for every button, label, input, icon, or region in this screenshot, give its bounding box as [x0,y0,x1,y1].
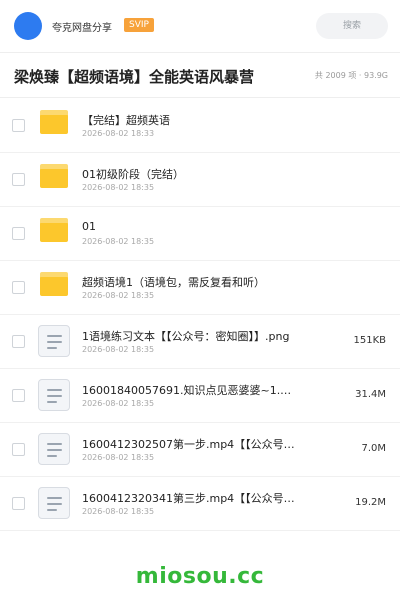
file-date: 2026-08-02 18:35 [82,399,155,408]
list-item-folder[interactable]: 01初级阶段（完结） 2026-08-02 18:35 [0,153,400,207]
folder-icon [40,164,68,188]
file-date: 2026-08-02 18:35 [82,237,155,246]
file-name: 01初级阶段（完结） [82,168,184,181]
row-checkbox[interactable] [12,497,25,510]
file-date: 2026-08-02 18:35 [82,183,155,192]
row-checkbox[interactable] [12,335,25,348]
document-icon [38,487,70,519]
svip-badge: SVIP [124,18,154,32]
app-name: 夸克网盘分享 [52,23,112,34]
list-item-file[interactable]: 1600412320341第三步.mp4【【公众号… 2026-08-02 18… [0,477,400,531]
row-checkbox[interactable] [12,119,25,132]
file-name: 1语境练习文本【【公众号：密知圈】】.png [82,330,290,343]
search-input[interactable]: 搜索 [316,13,388,39]
row-checkbox[interactable] [12,281,25,294]
file-name: 1600412320341第三步.mp4【【公众号… [82,492,295,505]
file-date: 2026-08-02 18:35 [82,291,155,300]
page-title: 梁焕臻【超频语境】全能英语风暴营 [14,68,255,86]
file-name: 超频语境1（语境包，需反复看和听） [82,276,265,289]
list-item-file[interactable]: 1600412302507第一步.mp4【【公众号… 2026-08-02 18… [0,423,400,477]
document-icon [38,379,70,411]
file-date: 2026-08-02 18:35 [82,453,155,462]
file-size: 31.4M [355,389,386,400]
share-title-bar: 梁焕臻【超频语境】全能英语风暴营 共 2009 项 · 93.9G [0,52,400,98]
file-size: 151KB [353,335,386,346]
document-icon [38,325,70,357]
folder-icon [40,272,68,296]
file-date: 2026-08-02 18:33 [82,129,155,138]
watermark: miosou.cc [135,564,265,589]
row-checkbox[interactable] [12,389,25,402]
document-icon [38,433,70,465]
file-date: 2026-08-02 18:35 [82,507,155,516]
folder-icon [40,110,68,134]
row-checkbox[interactable] [12,227,25,240]
file-name: 01 [82,220,96,233]
file-size: 19.2M [355,497,386,508]
file-size: 7.0M [361,443,386,454]
list-item-folder[interactable]: 【完结】超频英语 2026-08-02 18:33 [0,99,400,153]
file-date: 2026-08-02 18:35 [82,345,155,354]
list-item-file[interactable]: 1语境练习文本【【公众号：密知圈】】.png 2026-08-02 18:35 … [0,315,400,369]
list-item-folder[interactable]: 超频语境1（语境包，需反复看和听） 2026-08-02 18:35 [0,261,400,315]
row-checkbox[interactable] [12,173,25,186]
file-name: 16001840057691.知识点见恶婆婆~1.… [82,384,292,397]
avatar[interactable] [14,12,42,40]
header-bar: 夸克网盘分享 SVIP 搜索 [0,0,400,52]
row-checkbox[interactable] [12,443,25,456]
file-list: 【完结】超频英语 2026-08-02 18:33 01初级阶段（完结） 202… [0,99,400,531]
file-name: 【完结】超频英语 [82,114,170,127]
list-item-folder[interactable]: 01 2026-08-02 18:35 [0,207,400,261]
share-meta: 共 2009 项 · 93.9G [314,71,388,80]
list-item-file[interactable]: 16001840057691.知识点见恶婆婆~1.… 2026-08-02 18… [0,369,400,423]
file-name: 1600412302507第一步.mp4【【公众号… [82,438,295,451]
folder-icon [40,218,68,242]
